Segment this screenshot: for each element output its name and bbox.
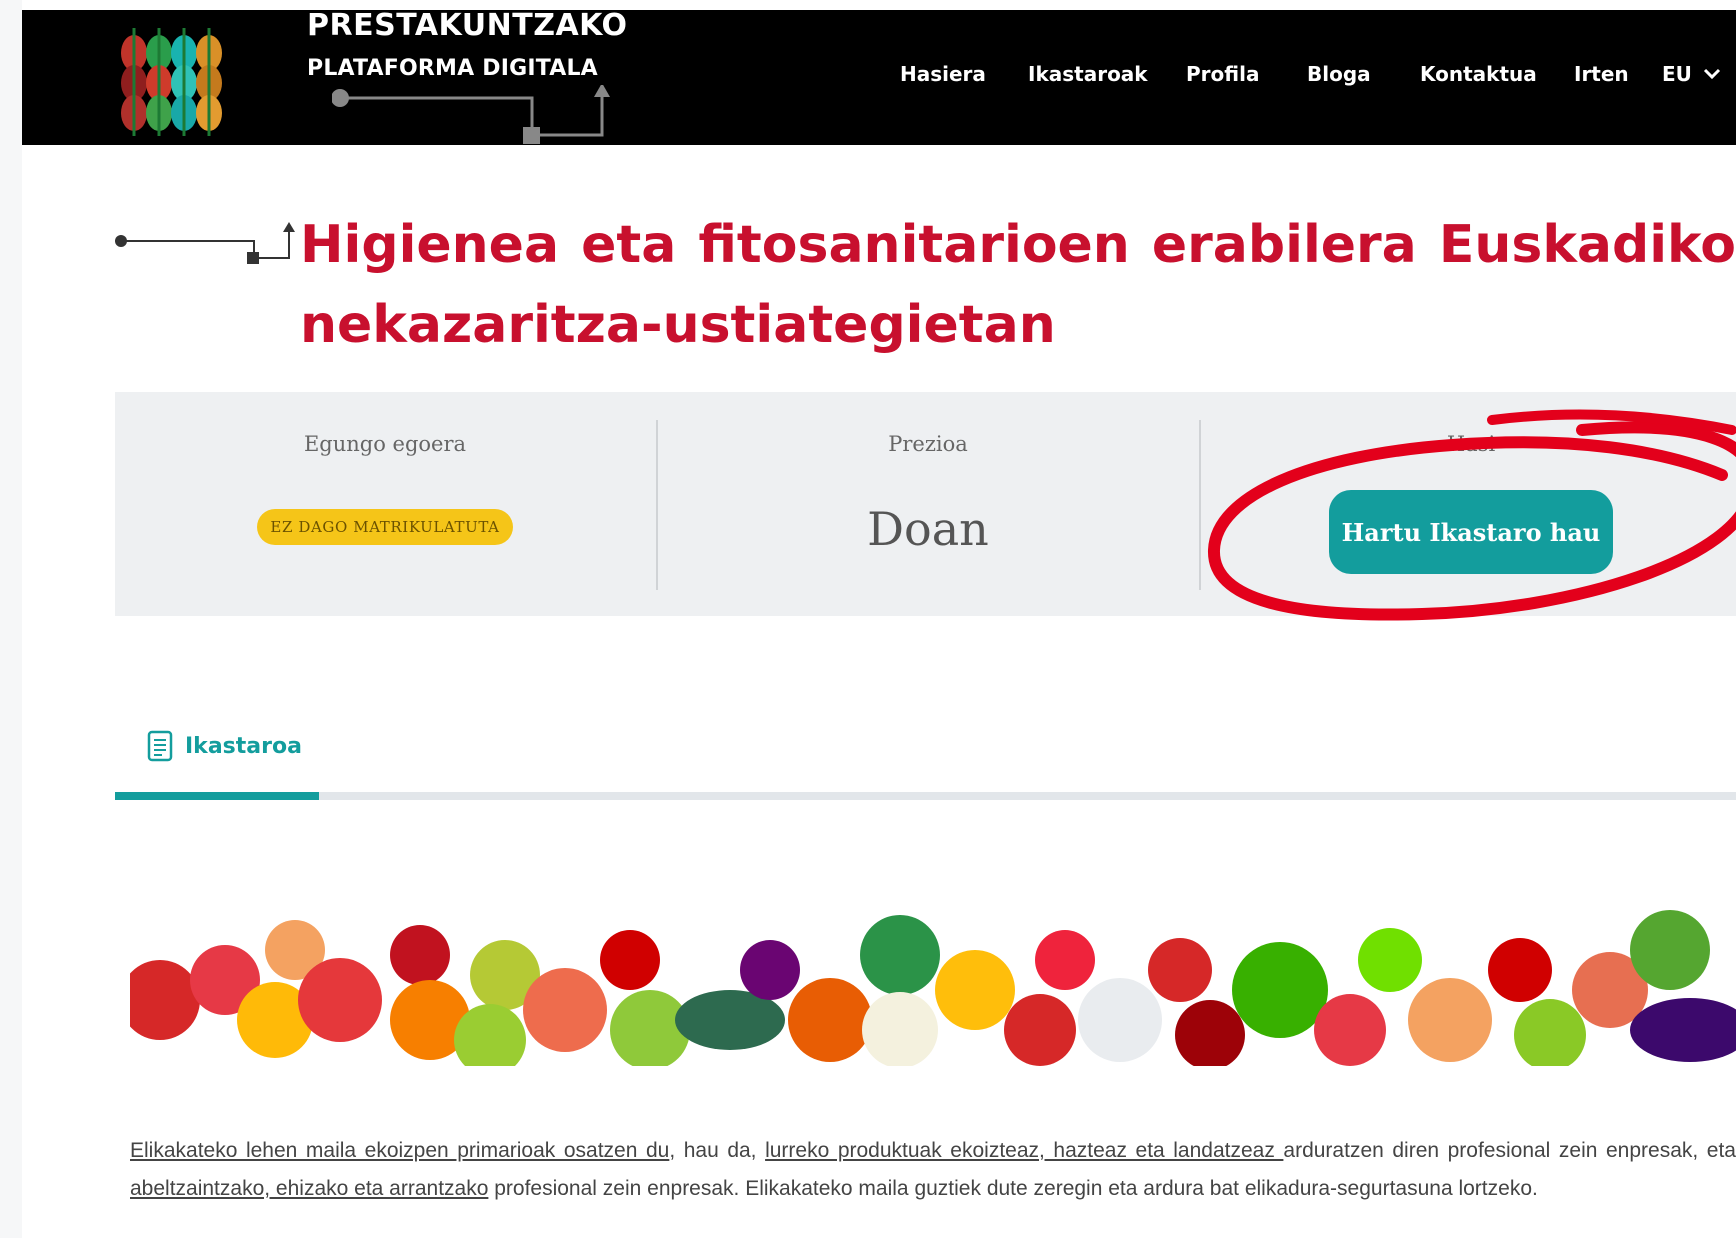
title-word: Higienea [300,215,560,275]
document-icon [147,730,173,762]
main-nav: Hasiera Ikastaroak Profila Bloga Kontakt… [22,10,1736,145]
title-word: Euskadiko [1438,215,1736,275]
course-info-bar: Egungo egoera EZ DAGO MATRIKULATUTA Prez… [115,392,1736,616]
title-word: fitosanitarioen [698,215,1130,275]
title-word: erabilera [1151,215,1417,275]
nav-kontaktua[interactable]: Kontaktua [1420,62,1537,86]
description-link[interactable]: lurreko produktuak ekoizteaz, hazteaz et… [765,1139,1283,1162]
start-label: Hasi [1446,432,1496,456]
nav-bloga[interactable]: Bloga [1307,62,1371,86]
price-column: Prezioa Doan [658,392,1198,616]
description-link[interactable]: abeltzaintzako, ehizako eta arrantzako [130,1177,488,1200]
tab-underline-track [115,792,1736,800]
language-label: EU [1662,62,1692,86]
chevron-down-icon [1703,68,1720,80]
status-badge: EZ DAGO MATRIKULATUTA [257,509,513,545]
price-value: Doan [867,502,989,556]
title-line-2: nekazaritza-ustiategietan [300,295,1056,355]
tab-ikastaroa[interactable]: Ikastaroa [147,730,302,762]
tab-label: Ikastaroa [185,733,302,759]
page: PRESTAKUNTZAKO PLATAFORMA DIGITALA Hasie… [22,0,1736,1238]
title-circuit-icon [115,222,295,264]
description-link[interactable]: Elikakateko lehen maila ekoizpen primari… [130,1139,669,1162]
vegetables-banner-image [130,880,1736,1066]
site-header: PRESTAKUNTZAKO PLATAFORMA DIGITALA Hasie… [22,10,1736,145]
start-column: Hasi Hartu Ikastaro hau [1201,392,1736,616]
price-label: Prezioa [888,432,968,456]
status-label: Egungo egoera [303,432,467,456]
description-text: arduratzen diren profesional zein enpres… [1283,1139,1736,1162]
course-description: Elikakateko lehen maila ekoizpen primari… [130,1132,1736,1208]
description-text: profesional zein enpresak. Elikakateko m… [488,1177,1538,1200]
nav-hasiera[interactable]: Hasiera [900,62,986,86]
status-column: Egungo egoera EZ DAGO MATRIKULATUTA [115,392,655,616]
take-course-button[interactable]: Hartu Ikastaro hau [1329,490,1613,574]
nav-irten[interactable]: Irten [1574,62,1629,86]
language-selector[interactable]: EU [1662,62,1722,86]
nav-ikastaroak[interactable]: Ikastaroak [1028,62,1148,86]
description-text: , hau da, [669,1139,766,1162]
course-title: Higienea eta fitosanitarioen erabilera E… [300,205,1736,365]
title-word: eta [581,215,677,275]
tab-active-indicator [115,792,319,800]
nav-profila[interactable]: Profila [1186,62,1259,86]
